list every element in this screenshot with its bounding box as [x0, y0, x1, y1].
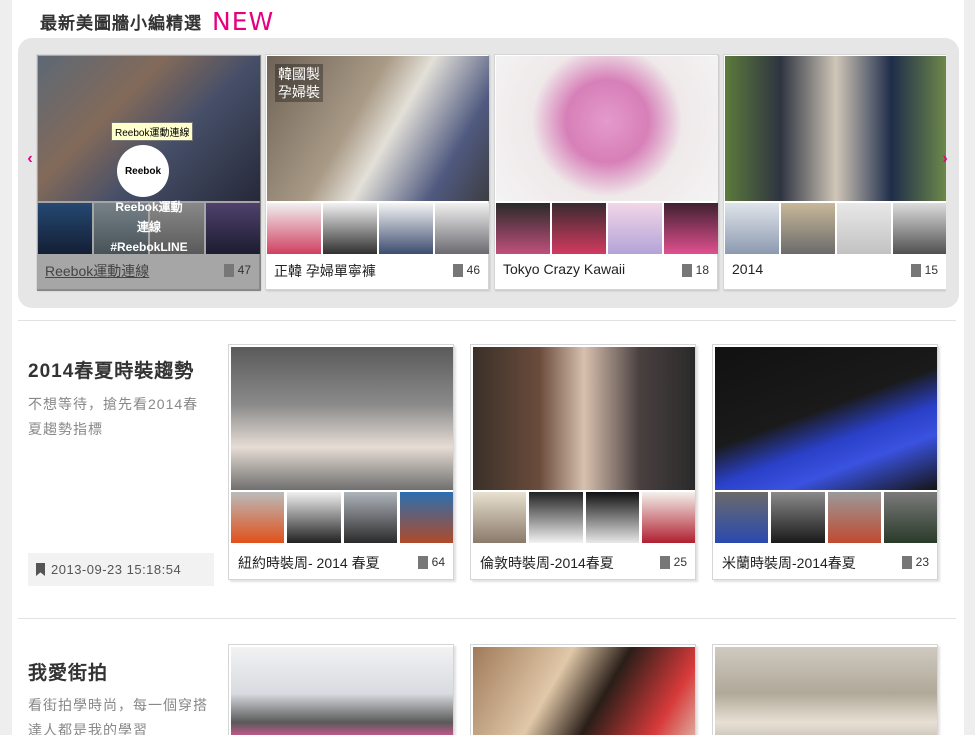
- photo-stack-icon: [681, 263, 692, 277]
- carousel-prev-icon[interactable]: ‹: [23, 144, 37, 174]
- thumbnail-image[interactable]: [664, 203, 718, 254]
- card-main-photo[interactable]: [231, 647, 453, 735]
- photo-stack-icon: [452, 263, 463, 277]
- section-street-snap: 我愛街拍 看街拍學時尚，每一個穿搭達人都是我的學習: [18, 618, 956, 735]
- card-thumbnails: [496, 203, 718, 254]
- photo-count: 23: [901, 555, 929, 569]
- thumbnail-image[interactable]: [287, 492, 341, 543]
- card-thumbnails: [267, 203, 489, 254]
- card-caption[interactable]: Reebok運動連線: [45, 261, 149, 281]
- featured-carousel: ‹ Reebok運動連線 Reebok Reebok運動 連線 #ReebokL…: [18, 38, 959, 308]
- thumbnail-image[interactable]: [883, 492, 937, 543]
- card-main-photo[interactable]: [473, 647, 695, 735]
- photo-count: 47: [223, 263, 251, 277]
- thumbnail-image[interactable]: [771, 492, 825, 543]
- section-date: 2013-09-23 15:18:54: [28, 553, 214, 586]
- thumbnail-image[interactable]: [641, 492, 695, 543]
- page-title: 最新美圖牆小編精選: [40, 14, 202, 33]
- album-card-newyork[interactable]: 紐約時裝周- 2014 春夏 64: [228, 344, 454, 580]
- card-main-photo[interactable]: [715, 347, 937, 490]
- photo-stack-icon: [417, 555, 428, 569]
- thumbnail-image[interactable]: [781, 203, 835, 254]
- photo-count: 46: [452, 263, 480, 277]
- thumbnail-image[interactable]: [399, 492, 453, 543]
- featured-card-reebok[interactable]: Reebok運動連線 Reebok Reebok運動 連線 #ReebokLIN…: [36, 54, 261, 291]
- card-caption[interactable]: 米蘭時裝周-2014春夏: [722, 553, 856, 573]
- new-tag: NEW: [212, 7, 275, 36]
- thumbnail-image[interactable]: [585, 492, 639, 543]
- card-main-photo[interactable]: [725, 56, 946, 201]
- card-thumbnails: [473, 492, 695, 543]
- thumbnail-image[interactable]: [715, 492, 769, 543]
- reebok-logo: Reebok: [117, 145, 169, 197]
- section-trends: 2014春夏時裝趨勢 不想等待，搶先看2014春夏趨勢指標 2013-09-23…: [18, 320, 956, 620]
- card-badge: 韓國製 孕婦裝: [275, 64, 323, 102]
- thumbnail-image[interactable]: [837, 203, 891, 254]
- thumbnail-image[interactable]: [267, 203, 321, 254]
- thumbnail-image[interactable]: [323, 203, 377, 254]
- carousel-viewport: Reebok運動連線 Reebok Reebok運動 連線 #ReebokLIN…: [36, 54, 946, 294]
- card-tooltip: Reebok運動連線: [111, 122, 194, 141]
- card-main-photo[interactable]: 韓國製 孕婦裝: [267, 56, 489, 201]
- photo-stack-icon: [910, 263, 921, 277]
- thumbnail-image[interactable]: [473, 492, 527, 543]
- thumbnail-image[interactable]: [893, 203, 946, 254]
- card-thumbnails: [715, 492, 937, 543]
- album-card-street-3[interactable]: [712, 644, 938, 735]
- card-caption[interactable]: Tokyo Crazy Kawaii: [503, 261, 625, 277]
- card-main-photo[interactable]: [715, 647, 937, 735]
- section-description: 不想等待，搶先看2014春夏趨勢指標: [28, 396, 199, 437]
- card-caption[interactable]: 2014: [732, 261, 763, 277]
- carousel-next-icon[interactable]: ›: [938, 144, 952, 174]
- page-header: 最新美圖牆小編精選 NEW: [40, 0, 274, 34]
- thumbnail-image[interactable]: [529, 492, 583, 543]
- thumbnail-image[interactable]: [496, 203, 550, 254]
- card-main-photo[interactable]: [473, 347, 695, 490]
- thumbnail-image[interactable]: [552, 203, 606, 254]
- thumbnail-image[interactable]: [379, 203, 433, 254]
- thumbnail-image[interactable]: [725, 203, 779, 254]
- bookmark-icon: [36, 563, 45, 576]
- page: 最新美圖牆小編精選 NEW ‹ Reebok運動連線 Reebok Reebok…: [12, 0, 964, 735]
- featured-card-kawaii[interactable]: Tokyo Crazy Kawaii 18: [494, 54, 718, 290]
- card-hover-overlay[interactable]: Reebok運動連線 Reebok Reebok運動 連線 #ReebokLIN…: [37, 55, 261, 291]
- card-thumbnails: [725, 203, 946, 254]
- photo-count: 18: [681, 263, 709, 277]
- overlay-text: Reebok運動 連線 #ReebokLINE: [110, 200, 188, 254]
- section-title[interactable]: 2014春夏時裝趨勢: [28, 356, 194, 383]
- card-main-photo[interactable]: [496, 56, 718, 201]
- photo-stack-icon: [223, 263, 234, 277]
- thumbnail-image[interactable]: [608, 203, 662, 254]
- photo-count: 15: [910, 263, 938, 277]
- photo-stack-icon: [659, 555, 670, 569]
- thumbnail-image[interactable]: [435, 203, 489, 254]
- album-card-london[interactable]: 倫敦時裝周-2014春夏 25: [470, 344, 696, 580]
- featured-card-maternity[interactable]: 韓國製 孕婦裝 正韓 孕婦單寧褲 46: [265, 54, 489, 290]
- card-main-photo[interactable]: [231, 347, 453, 490]
- card-caption[interactable]: 紐約時裝周- 2014 春夏: [238, 553, 380, 573]
- thumbnail-image[interactable]: [827, 492, 881, 543]
- photo-count: 25: [659, 555, 687, 569]
- card-caption[interactable]: 正韓 孕婦單寧褲: [274, 261, 376, 281]
- section-title[interactable]: 我愛街拍: [28, 658, 108, 685]
- thumbnail-image[interactable]: [343, 492, 397, 543]
- card-caption[interactable]: 倫敦時裝周-2014春夏: [480, 553, 614, 573]
- section-description: 看街拍學時尚，每一個穿搭達人都是我的學習: [28, 697, 208, 735]
- photo-count: 64: [417, 555, 445, 569]
- album-card-street-2[interactable]: [470, 644, 696, 735]
- card-thumbnails: [231, 492, 453, 543]
- featured-card-2014[interactable]: 2014 15: [723, 54, 946, 290]
- thumbnail-image[interactable]: [231, 492, 285, 543]
- album-card-street-1[interactable]: [228, 644, 454, 735]
- photo-stack-icon: [901, 555, 912, 569]
- album-card-milan[interactable]: 米蘭時裝周-2014春夏 23: [712, 344, 938, 580]
